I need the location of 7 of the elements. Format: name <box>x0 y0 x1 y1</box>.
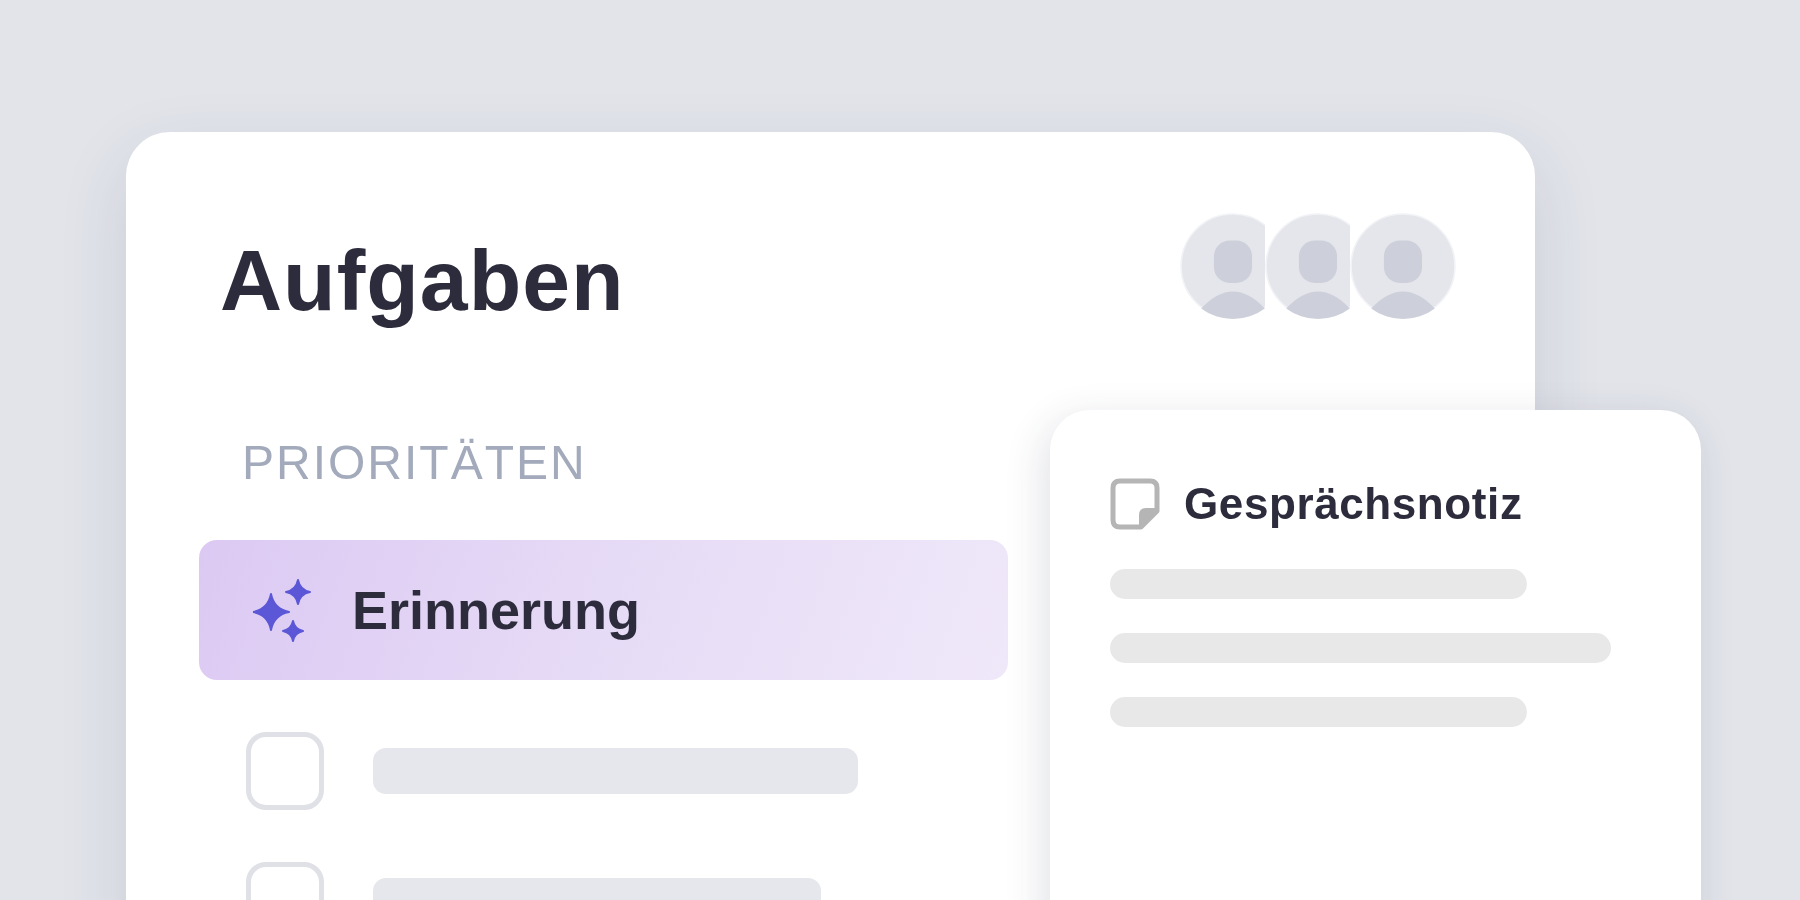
reminder-item[interactable]: Erinnerung <box>199 540 1008 681</box>
sticky-note-icon <box>1110 478 1160 530</box>
checkbox[interactable] <box>246 732 324 811</box>
section-heading: PRIORITÄTEN <box>242 439 587 488</box>
avatar-icon[interactable] <box>1350 213 1456 319</box>
page-title: Aufgaben <box>220 231 625 330</box>
note-title: Gesprächsnotiz <box>1184 478 1523 530</box>
